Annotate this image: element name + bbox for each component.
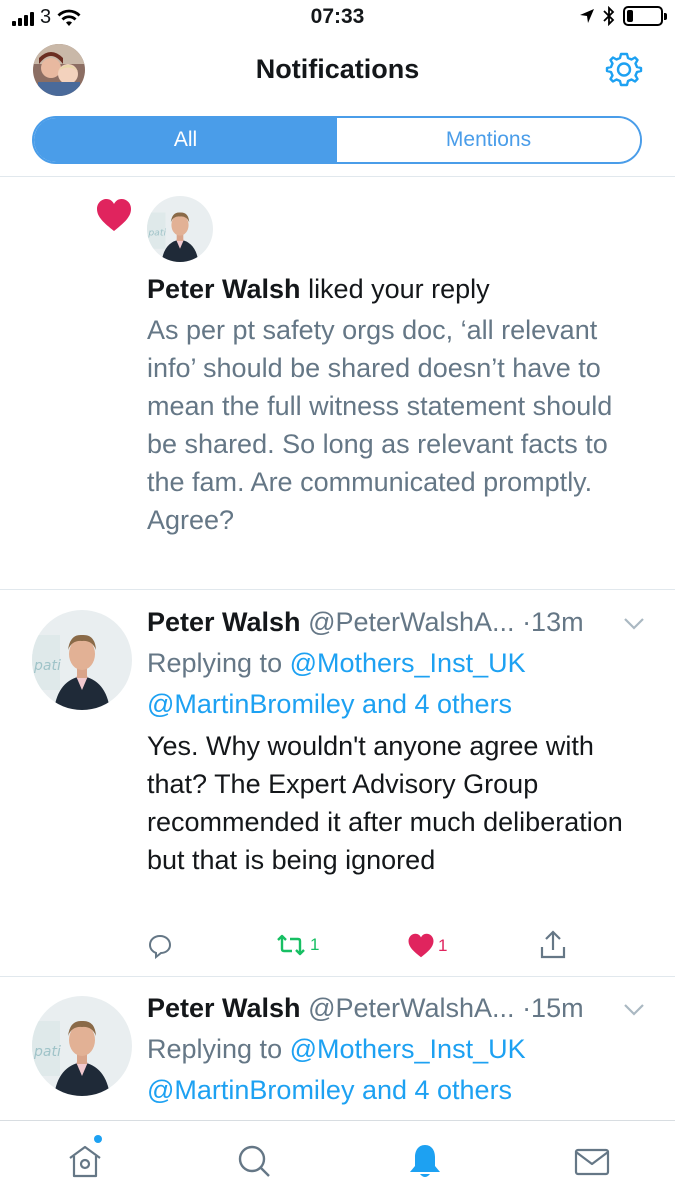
status-time: 07:33 <box>310 5 365 28</box>
mail-icon <box>574 1148 610 1176</box>
svg-text:pati: pati <box>33 1044 61 1060</box>
svg-text:pati: pati <box>147 228 166 239</box>
battery-icon <box>623 6 667 26</box>
divider <box>0 976 675 977</box>
tweet-time: ·15m <box>522 993 584 1023</box>
like-action: liked your reply <box>300 274 490 304</box>
search-icon <box>238 1145 270 1177</box>
header: Notifications <box>0 36 675 106</box>
divider <box>0 589 675 590</box>
chevron-down-icon[interactable] <box>623 1003 645 1017</box>
home-icon <box>69 1145 101 1178</box>
mention-link[interactable]: @MartinBromiley and 4 others <box>147 689 512 719</box>
heart-icon <box>408 933 434 958</box>
liker-name[interactable]: Peter Walsh <box>147 274 301 304</box>
divider <box>0 176 675 177</box>
share-button[interactable] <box>539 930 567 960</box>
replying-to-more: @MartinBromiley and 4 others <box>147 689 512 720</box>
replying-to-label: Replying to <box>147 648 290 678</box>
author-name[interactable]: Peter Walsh <box>147 993 301 1023</box>
tab-home[interactable] <box>65 1135 105 1181</box>
liked-reply-text[interactable]: As per pt safety orgs doc, ‘all relevant… <box>147 311 647 539</box>
retweet-button[interactable]: 1 <box>275 932 319 958</box>
tab-bar <box>0 1120 675 1200</box>
bluetooth-icon <box>603 6 615 26</box>
like-button[interactable]: 1 <box>407 933 447 958</box>
tweet-actions: 1 1 <box>147 930 577 964</box>
chevron-down-icon[interactable] <box>623 617 645 631</box>
location-arrow-icon <box>580 9 594 23</box>
tweet-time: ·13m <box>522 607 584 637</box>
author-handle[interactable]: @PeterWalshA... <box>308 993 514 1023</box>
svg-text:pati: pati <box>33 658 61 674</box>
like-summary: Peter Walsh liked your reply <box>147 272 490 306</box>
tab-search[interactable] <box>234 1141 274 1181</box>
share-icon <box>540 930 566 959</box>
replying-to-label: Replying to <box>147 1034 290 1064</box>
tab-messages[interactable] <box>572 1141 612 1181</box>
notification-filter: All Mentions <box>32 116 642 164</box>
tweet-text[interactable]: Yes. Why wouldn't anyone agree with that… <box>147 727 642 879</box>
mention-link[interactable]: @Mothers_Inst_UK <box>290 1034 526 1064</box>
status-bar: 3 07:33 <box>0 0 675 36</box>
tab-notifications[interactable] <box>405 1141 445 1181</box>
tab-mentions[interactable]: Mentions <box>337 118 640 162</box>
tab-all[interactable]: All <box>34 118 337 162</box>
tweet-header: Peter Walsh @PeterWalshA... ·13m <box>147 607 584 638</box>
heart-icon <box>97 199 131 231</box>
page-title: Notifications <box>255 54 420 84</box>
author-name[interactable]: Peter Walsh <box>147 607 301 637</box>
reply-icon <box>148 934 172 959</box>
tweet-header: Peter Walsh @PeterWalshA... ·15m <box>147 993 584 1024</box>
settings-button[interactable] <box>605 50 643 88</box>
battery-level <box>627 10 633 22</box>
author-handle[interactable]: @PeterWalshA... <box>308 607 514 637</box>
bell-icon <box>410 1145 440 1177</box>
tweet-avatar[interactable]: pati <box>32 610 132 710</box>
retweet-count: 1 <box>310 935 320 954</box>
like-count: 1 <box>438 935 448 955</box>
liker-avatar[interactable]: pati <box>147 196 213 262</box>
status-right <box>579 6 667 26</box>
reply-button[interactable] <box>147 933 173 959</box>
notification-dot <box>94 1135 102 1143</box>
replying-to: Replying to @Mothers_Inst_UK <box>147 648 526 679</box>
tweet-avatar[interactable]: pati <box>32 996 132 1096</box>
retweet-icon <box>277 934 305 956</box>
replying-to-more: @MartinBromiley and 4 others <box>147 1075 512 1106</box>
replying-to: Replying to @Mothers_Inst_UK <box>147 1034 526 1065</box>
gear-icon <box>605 52 643 87</box>
mention-link[interactable]: @MartinBromiley and 4 others <box>147 1075 512 1105</box>
mention-link[interactable]: @Mothers_Inst_UK <box>290 648 526 678</box>
